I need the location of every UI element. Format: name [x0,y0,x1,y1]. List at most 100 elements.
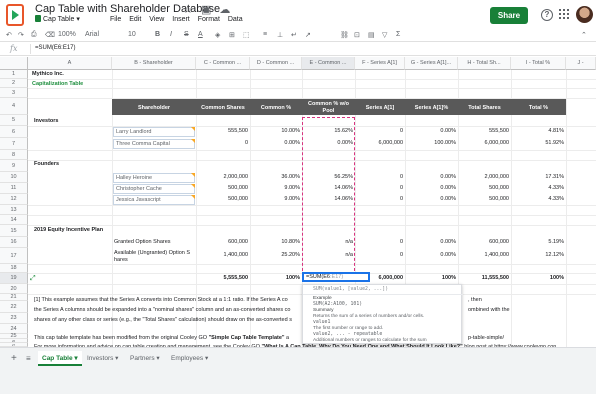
formula-input[interactable]: =SUM(E6:E17) [35,45,76,51]
cell-common[interactable]: 1,400,000 [196,252,250,258]
strikethrough-button[interactable]: S [184,31,189,38]
row-header[interactable]: 7 [0,138,28,150]
row-header[interactable]: 18 [0,264,28,273]
col-header-d[interactable]: D - Common ... [250,57,302,70]
cell-common[interactable]: 2,000,000 [196,174,250,180]
wrap-icon[interactable]: ↵ [291,31,297,39]
expand-arrows-icon[interactable]: ⤢ [30,275,36,283]
row-header[interactable]: 23 [0,313,28,324]
shareholder-name[interactable]: Larry Landlord [113,127,195,137]
row-header[interactable]: 5 [0,115,28,126]
cell-common-pct[interactable]: 0.00% [250,140,302,146]
all-sheets-button[interactable]: ≡ [26,354,31,363]
cell-total[interactable]: 500,000 [458,185,511,191]
cell-total[interactable]: 600,000 [458,239,511,245]
cell-total[interactable]: 1,400,000 [458,252,511,258]
row-header[interactable]: 14 [0,215,28,225]
cell-series-a[interactable]: 0 [355,196,405,202]
plan-row-label[interactable]: Available (Ungranted) Option S hares [112,250,196,263]
row-header[interactable]: 15 [0,225,28,237]
total-pct[interactable]: 100% [511,275,566,281]
row-header[interactable]: 22 [0,301,28,313]
row-header[interactable]: 4 [0,98,28,115]
cell-common-pct[interactable]: 9.00% [250,185,302,191]
row-header[interactable]: 3 [0,88,28,98]
cell-common[interactable]: 500,000 [196,185,250,191]
comment-marker-icon[interactable] [191,139,195,143]
comment-icon[interactable]: ⊡ [354,31,360,39]
italic-button[interactable]: I [170,31,172,38]
row-header[interactable]: 1 [0,70,28,79]
cell-total[interactable]: 6,000,000 [458,140,511,146]
total-common[interactable]: 5,555,500 [196,275,250,281]
menu-view[interactable]: View [149,16,164,23]
shareholder-name[interactable]: Three Comma Capital [113,139,195,149]
cell-series-a-pct[interactable]: 100.00% [405,140,458,146]
cell-total-pct[interactable]: 4.33% [511,196,566,202]
cell-total[interactable]: 500,000 [458,196,511,202]
cell-series-a-pct[interactable]: 0.00% [405,239,458,245]
active-cell-editor[interactable]: =SUM(E6:E17) [302,272,370,282]
menu-insert[interactable]: Insert [172,16,190,23]
col-header-a[interactable]: A [28,57,112,70]
row-header[interactable]: 20 [0,284,28,294]
cell-series-a-pct[interactable]: 0.00% [405,128,458,134]
cell-common-pct[interactable]: 9.00% [250,196,302,202]
menu-file[interactable]: File [110,16,121,23]
comment-marker-icon[interactable] [191,173,195,177]
shareholder-name[interactable]: Jessica Javascript [113,195,195,205]
cell-series-a[interactable]: 0 [355,174,405,180]
cell-total-pct[interactable]: 12.12% [511,252,566,258]
shareholder-name[interactable]: Halley Heroine [113,173,195,183]
col-header-b[interactable]: B - Shareholder [112,57,196,70]
merge-icon[interactable]: ⬚ [243,31,250,39]
plan-row-label[interactable]: Granted Option Shares [112,239,173,245]
note-link[interactable]: "Simple Cap Table Template" [209,335,285,341]
cell-series-a-pct[interactable]: 0.00% [405,174,458,180]
row-header[interactable]: 8 [0,150,28,160]
collapse-toolbar-icon[interactable]: ⌃ [581,31,587,39]
undo-icon[interactable]: ↶ [6,31,12,39]
comment-marker-icon[interactable] [191,195,195,199]
text-color-button[interactable]: A [198,31,203,38]
cell-common[interactable]: 600,000 [196,239,250,245]
cell-series-a[interactable]: 0 [355,128,405,134]
col-header-e[interactable]: E - Common ... [302,57,355,70]
cell-total[interactable]: 555,500 [458,128,511,134]
cell-total-pct[interactable]: 17.31% [511,174,566,180]
rotate-icon[interactable]: ↗ [305,31,311,39]
cell-total-pct[interactable]: 51.92% [511,140,566,146]
chart-icon[interactable]: ▤ [368,31,375,39]
tab-investors[interactable]: Investors ▾ [83,351,122,366]
row-header[interactable]: 11 [0,183,28,194]
cell-total[interactable]: 2,000,000 [458,174,511,180]
functions-icon[interactable]: Σ [396,31,400,38]
zoom-select[interactable]: 100% [58,31,76,38]
comment-marker-icon[interactable] [191,184,195,188]
cell-common-pct[interactable]: 10.80% [250,239,302,245]
tab-employees[interactable]: Employees ▾ [167,351,212,366]
fill-color-icon[interactable]: ◈ [215,31,220,39]
cell-common-pct[interactable]: 10.00% [250,128,302,134]
spreadsheet-grid[interactable]: A B - Shareholder C - Common ... D - Com… [0,57,596,350]
comment-marker-icon[interactable] [191,127,195,131]
cell-series-a-pct[interactable]: 0.00% [405,196,458,202]
align-icon[interactable]: ≡ [263,31,267,38]
col-header-j[interactable]: J - [566,57,596,70]
cell-series-a-pct[interactable]: 0.00% [405,185,458,191]
cell-common[interactable]: 500,000 [196,196,250,202]
col-header-i[interactable]: I - Total % [511,57,566,70]
row-header-selected[interactable]: 19 [0,273,28,284]
col-header-c[interactable]: C - Common ... [196,57,250,70]
cell-total-pct[interactable]: 5.19% [511,239,566,245]
font-family-select[interactable]: Arial [85,31,99,38]
cell-series-a[interactable]: 6,000,000 [355,140,405,146]
row-header[interactable]: 17 [0,248,28,264]
row-header[interactable]: 2 [0,79,28,88]
col-header-g[interactable]: G - Series A[1]... [405,57,458,70]
borders-icon[interactable]: ⊞ [229,31,235,39]
filter-icon[interactable]: ▽ [382,31,387,39]
cell-series-a[interactable]: 0 [355,185,405,191]
sheet-name-dropdown[interactable]: Cap Table ▾ [35,15,80,23]
total-common-pct[interactable]: 100% [250,275,302,281]
